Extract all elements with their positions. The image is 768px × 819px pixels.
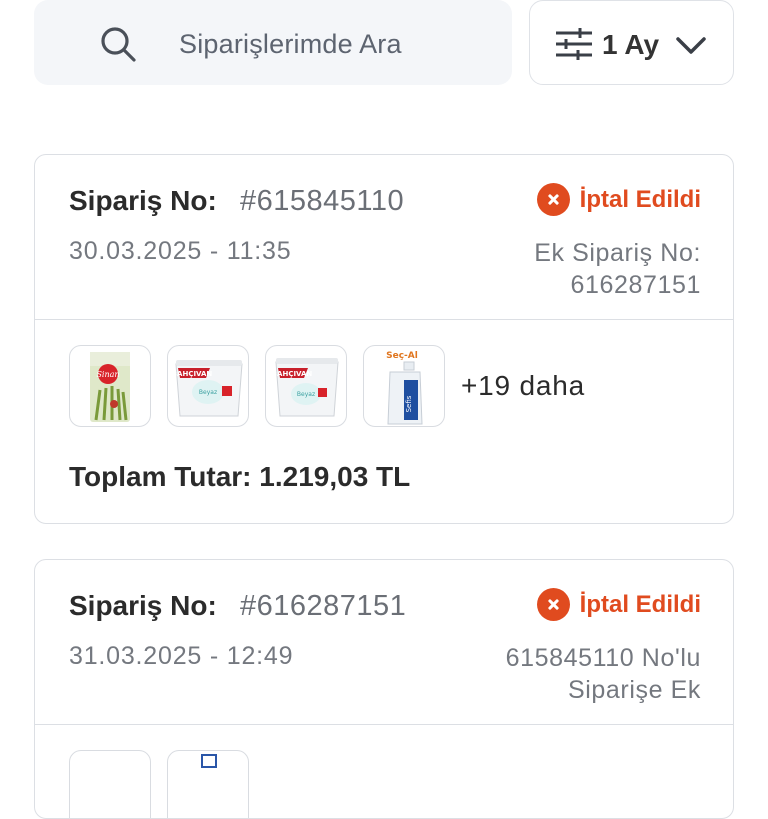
product-thumbnail[interactable]: BAHÇIVAN Beyaz (265, 345, 347, 427)
order-card[interactable]: Sipariş No: #615845110 30.03.2025 - 11:3… (34, 154, 734, 524)
svg-text:Sefis: Sefis (405, 395, 413, 412)
chevron-down-icon (676, 37, 706, 54)
order-number: #615845110 (240, 185, 405, 217)
status-badge: İptal Edildi (536, 183, 701, 216)
cheese-tub-image: BAHÇIVAN Beyaz (272, 358, 339, 417)
product-thumbnail[interactable]: Seç-Al Sefis (363, 345, 445, 427)
product-thumbnail[interactable] (167, 750, 249, 818)
detergent-bottle-image: Seç-Al Sefis (386, 351, 423, 425)
extra-order-number: Siparişe Ek (567, 676, 701, 704)
extra-order-info: 615845110 No'lu Siparişe Ek (506, 642, 701, 706)
svg-text:Seç-Al: Seç-Al (386, 351, 418, 361)
order-number-label: Sipariş No: (69, 185, 217, 216)
product-thumbnail[interactable]: BAHÇIVAN Beyaz (167, 345, 249, 427)
extra-order-info: Ek Sipariş No: 616287151 (534, 237, 701, 301)
product-thumbnail[interactable] (69, 750, 151, 818)
filter-label: 1 Ay (602, 29, 660, 60)
status-badge: İptal Edildi (536, 588, 701, 621)
order-date: 31.03.2025 - 12:49 (69, 642, 294, 670)
status-text: İptal Edildi (579, 590, 701, 618)
svg-text:BAHÇIVAN: BAHÇIVAN (172, 370, 213, 378)
more-products-text[interactable]: +19 daha (461, 370, 585, 402)
search-icon (101, 27, 136, 62)
cancel-circle-icon (536, 588, 570, 621)
order-card[interactable]: Sipariş No: #616287151 31.03.2025 - 12:4… (34, 559, 734, 819)
svg-text:Beyaz: Beyaz (199, 389, 217, 396)
svg-text:Beyaz: Beyaz (297, 391, 315, 398)
date-filter-button[interactable]: 1 Ay (529, 0, 734, 85)
search-input[interactable]: Siparişlerimde Ara (34, 0, 512, 85)
flour-bag-image: Sinan (90, 352, 130, 422)
order-date: 30.03.2025 - 11:35 (69, 237, 292, 265)
order-total: Toplam Tutar: 1.219,03 TL (69, 461, 411, 492)
svg-text:Sinan: Sinan (96, 370, 119, 379)
filter-sliders-icon (556, 28, 592, 60)
cancel-circle-icon (536, 183, 570, 216)
order-card-header: Sipariş No: #615845110 30.03.2025 - 11:3… (35, 155, 733, 320)
product-thumbnail[interactable]: Sinan (69, 345, 151, 427)
extra-order-number: 616287151 (570, 271, 701, 299)
order-number: #616287151 (240, 590, 407, 622)
product-thumbnails (69, 750, 265, 818)
extra-order-label: 615845110 No'lu (505, 644, 701, 672)
cheese-tub-image: BAHÇIVAN Beyaz (172, 360, 243, 417)
svg-text:BAHÇIVAN: BAHÇIVAN (272, 370, 313, 378)
status-text: İptal Edildi (579, 185, 701, 213)
product-thumbnails: Sinan BAHÇIVAN Beyaz BAHÇIVAN Beyaz Seç-… (69, 345, 585, 427)
order-card-header: Sipariş No: #616287151 31.03.2025 - 12:4… (35, 560, 733, 725)
search-placeholder: Siparişlerimde Ara (179, 29, 402, 59)
extra-order-label: Ek Sipariş No: (534, 239, 701, 267)
product-image (201, 754, 217, 768)
order-number-label: Sipariş No: (69, 590, 217, 621)
